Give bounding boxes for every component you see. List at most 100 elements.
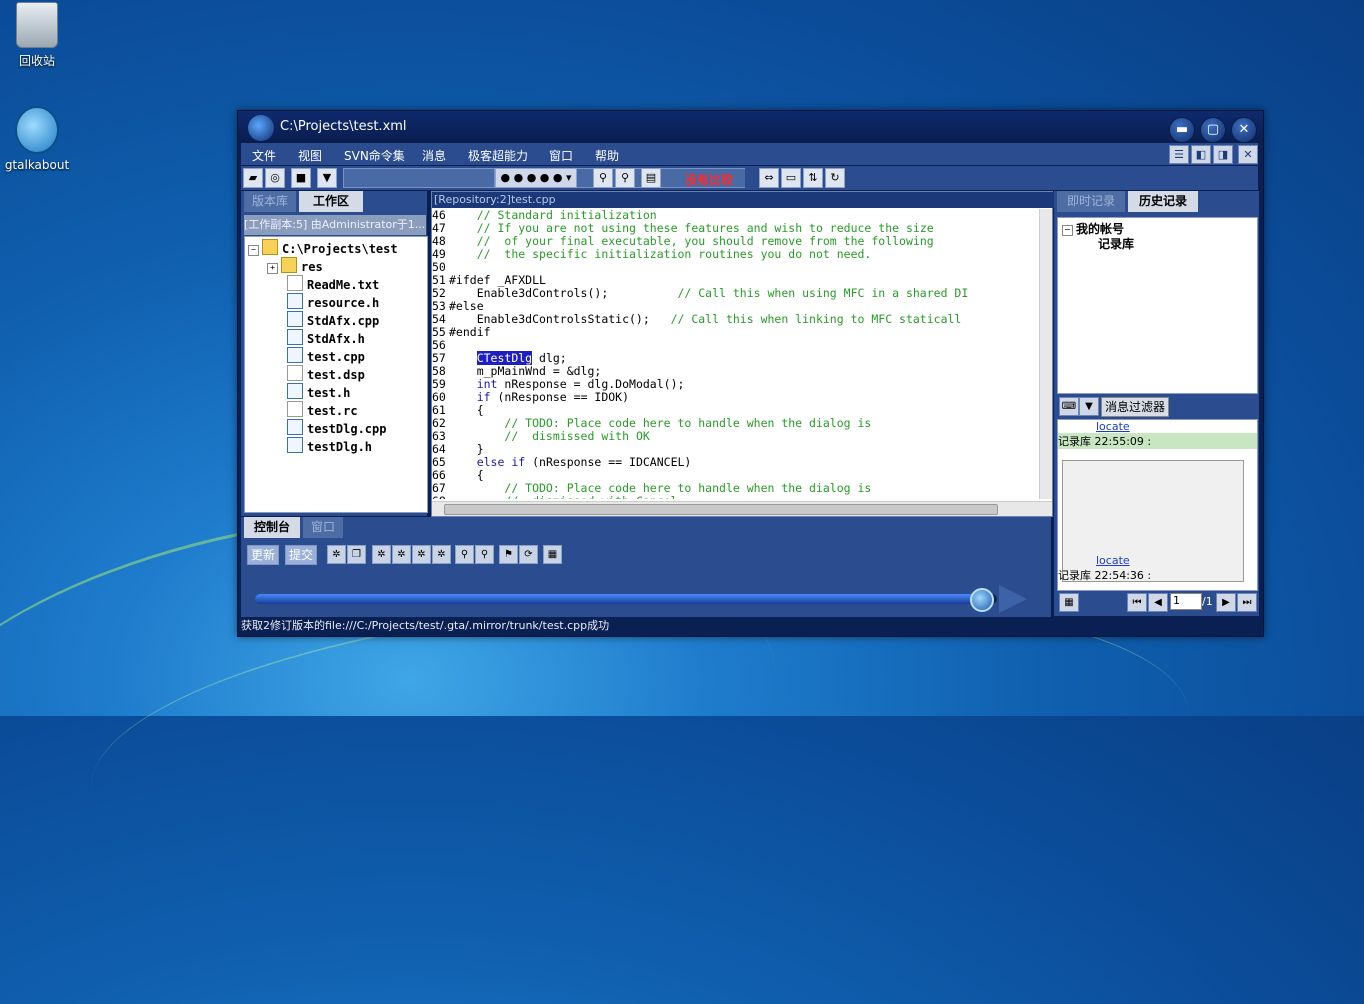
code-text: (nResponse == IDCANCEL) [525, 455, 692, 469]
tree-item-file[interactable]: testDlg.h [287, 437, 372, 455]
vertical-scrollbar[interactable] [1039, 209, 1052, 499]
keyboard-icon[interactable]: ⌨ [1059, 397, 1079, 416]
log-stamp: 记录库 22:55:09 : [1058, 433, 1257, 449]
first-page-icon[interactable]: ⏮ [1127, 593, 1147, 612]
compare-icon[interactable]: ▤ [641, 168, 661, 188]
update-icon[interactable]: ✲ [372, 545, 391, 564]
flag-icon[interactable]: ⚑ [499, 545, 518, 564]
dock-right-icon[interactable]: ◨ [1213, 145, 1233, 164]
tree-root[interactable]: − C:\Projects\test [248, 239, 398, 257]
search-icon[interactable]: ⚲ [593, 168, 613, 188]
source-file-icon [287, 437, 303, 453]
calendar-icon[interactable]: ▦ [1059, 593, 1079, 612]
locate-link[interactable]: locate [1096, 420, 1257, 433]
menu-svn[interactable]: SVN命令集 [344, 147, 405, 164]
tree-item-file[interactable]: ReadMe.txt [287, 275, 379, 293]
sync-icon[interactable]: ⟳ [519, 545, 538, 564]
tree-item-file[interactable]: StdAfx.cpp [287, 311, 379, 329]
menu-file[interactable]: 文件 [252, 147, 276, 164]
tab-repository[interactable]: 版本库 [244, 191, 296, 212]
source-file-icon [287, 419, 303, 435]
tab-workspace[interactable]: 工作区 [299, 191, 363, 212]
refresh-button[interactable]: 更新 [247, 545, 279, 565]
refresh-icon[interactable]: ↻ [825, 168, 845, 188]
dock-left-icon[interactable]: ◧ [1191, 145, 1211, 164]
close-button[interactable]: ✕ [1231, 117, 1257, 143]
message-filter-button[interactable]: 消息过滤器 [1101, 397, 1169, 417]
tree-item-file[interactable]: StdAfx.h [287, 329, 365, 347]
page-input[interactable]: 1 [1170, 593, 1202, 610]
next-page-icon[interactable]: ▶ [1216, 593, 1236, 612]
collapse-icon[interactable]: − [248, 245, 259, 256]
link-icon[interactable]: ⇔ [759, 168, 779, 188]
code-comment: // dismissed with Cancel [504, 494, 677, 500]
minimize-button[interactable]: ▬ [1169, 117, 1195, 143]
menu-message[interactable]: 消息 [422, 147, 446, 164]
code-comment: // Call this when linking to MFC statica… [670, 312, 962, 326]
menu-view[interactable]: 视图 [298, 147, 322, 164]
desktop-icon-recycle-bin[interactable]: 回收站 [0, 2, 77, 69]
tab-history[interactable]: 历史记录 [1128, 191, 1198, 212]
last-page-icon[interactable]: ⏭ [1237, 593, 1257, 612]
code-text: { [449, 403, 484, 417]
maximize-button[interactable]: ▢ [1200, 117, 1226, 143]
close-doc-icon[interactable]: ✕ [1238, 145, 1258, 164]
progress-knob[interactable] [970, 588, 995, 612]
desktop-icon-gtalkabout[interactable]: gtalkabout [0, 106, 77, 172]
find-icon[interactable]: ⚲ [455, 545, 474, 564]
code-comment: // TODO: Place code here to handle when … [504, 481, 872, 495]
filter-icon[interactable]: ▼ [1079, 397, 1099, 416]
menu-help[interactable]: 帮助 [595, 147, 619, 164]
merge-icon[interactable]: ⇅ [803, 168, 823, 188]
source-file-icon [287, 329, 303, 345]
collapse-icon[interactable]: − [1062, 225, 1073, 236]
tree-item-file[interactable]: test.h [287, 383, 350, 401]
print-icon[interactable]: ▭ [781, 168, 801, 188]
folder-icon [281, 257, 297, 273]
calendar-icon[interactable]: ▦ [543, 545, 562, 564]
horizontal-scrollbar[interactable] [432, 501, 1052, 516]
copy-icon[interactable]: ❐ [347, 545, 366, 564]
revert-icon[interactable]: ✲ [432, 545, 451, 564]
search-next-icon[interactable]: ⚲ [615, 168, 635, 188]
menu-geek[interactable]: 极客超能力 [468, 147, 528, 164]
prev-page-icon[interactable]: ◀ [1148, 593, 1168, 612]
menu-window[interactable]: 窗口 [549, 147, 573, 164]
tab-instant-log[interactable]: 即时记录 [1057, 191, 1125, 212]
code-text: #else [449, 299, 484, 313]
commit-button[interactable]: 提交 [285, 545, 317, 565]
locate-link[interactable]: locate [1096, 554, 1257, 567]
checkout-icon[interactable]: ✲ [327, 545, 346, 564]
svn-actions-icon[interactable]: ● ● ● ● ● ▾ [495, 168, 577, 188]
source-file-icon [287, 293, 303, 309]
tree-item-file[interactable]: test.dsp [287, 365, 365, 383]
browse-icon[interactable]: ◎ [265, 168, 285, 188]
tree-item-file[interactable]: resource.h [287, 293, 379, 311]
filter-icon[interactable]: ▼ [317, 168, 337, 188]
tree-repo[interactable]: 记录库 [1098, 235, 1134, 253]
layout-icon[interactable]: ☰ [1169, 145, 1189, 164]
code-area[interactable]: 46 // Standard initialization 47 // If yo… [432, 209, 1037, 499]
code-comment: // dismissed with OK [504, 429, 650, 443]
tree-item-file[interactable]: test.rc [287, 401, 358, 419]
switch-icon[interactable]: ✲ [392, 545, 411, 564]
code-line: 54 Enable3dControlsStatic(); // Call thi… [432, 313, 1037, 326]
code-text: Enable3dControls(); [449, 286, 678, 300]
save-icon[interactable]: ■ [291, 168, 311, 188]
merge-icon[interactable]: ✲ [412, 545, 431, 564]
tab-console[interactable]: 控制台 [244, 517, 300, 538]
tree-item-res[interactable]: + res [267, 257, 323, 275]
expand-icon[interactable]: + [267, 263, 278, 274]
tree-item-file[interactable]: test.cpp [287, 347, 365, 365]
progress-bar [255, 588, 997, 612]
find-next-icon[interactable]: ⚲ [475, 545, 494, 564]
code-text: #ifdef _AFXDLL [449, 273, 546, 287]
scroll-thumb[interactable] [444, 504, 998, 515]
open-folder-icon[interactable]: ▰ [243, 168, 263, 188]
code-editor: [Repository:2]test.cpp 46 // Standard in… [431, 191, 1054, 517]
progress-fill [255, 594, 983, 604]
tab-window[interactable]: 窗口 [303, 517, 343, 538]
tree-item-file[interactable]: testDlg.cpp [287, 419, 386, 437]
